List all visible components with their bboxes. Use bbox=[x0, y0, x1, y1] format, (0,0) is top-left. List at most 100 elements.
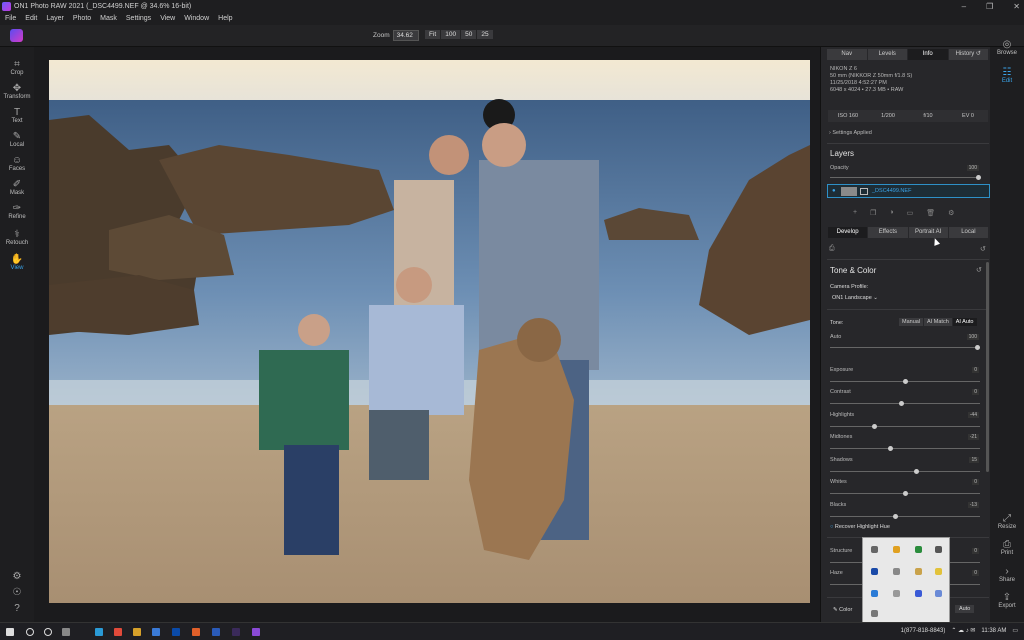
recover-highlight-hue-toggle[interactable]: ○ Recover Highlight Hue bbox=[830, 524, 890, 530]
camera-profile-select[interactable]: ON1 Landscape ⌄ bbox=[832, 295, 878, 301]
tab-portrait-ai[interactable]: Portrait AI bbox=[908, 227, 948, 238]
whites-value[interactable]: 0 bbox=[972, 479, 979, 485]
bridge-icon[interactable] bbox=[232, 628, 240, 636]
tool-crop[interactable]: ⌗ Crop bbox=[0, 59, 34, 76]
tool-extra-2[interactable]: ☉ bbox=[0, 587, 34, 598]
auto-knob[interactable] bbox=[975, 345, 980, 350]
tab-levels[interactable]: Levels bbox=[867, 49, 907, 60]
menu-photo[interactable]: Photo bbox=[73, 15, 91, 22]
module-print[interactable]: ⎙ Print bbox=[990, 539, 1024, 556]
shadows-slider[interactable] bbox=[830, 469, 980, 474]
tab-info[interactable]: Info bbox=[908, 49, 948, 60]
tab-nav[interactable]: Nav bbox=[827, 49, 867, 60]
tray-app-icon[interactable] bbox=[935, 568, 942, 575]
reset-tone-icon[interactable]: ↺ bbox=[976, 266, 982, 274]
opacity-knob[interactable] bbox=[976, 175, 981, 180]
whites-slider[interactable] bbox=[830, 491, 980, 496]
menu-view[interactable]: View bbox=[160, 15, 175, 22]
tool-refine[interactable]: ✑ Refine bbox=[0, 203, 34, 220]
contrast-knob[interactable] bbox=[899, 401, 904, 406]
tab-develop[interactable]: Develop bbox=[828, 227, 868, 238]
contrast-value[interactable]: 0 bbox=[972, 389, 979, 395]
merge-layer-icon[interactable]: ▭ bbox=[907, 209, 914, 217]
outlook-icon[interactable] bbox=[172, 628, 180, 636]
module-browse[interactable]: ◎ Browse bbox=[990, 39, 1024, 56]
tool-transform[interactable]: ✥ Transform bbox=[0, 83, 34, 100]
blacks-slider[interactable] bbox=[830, 514, 980, 519]
tool-mask[interactable]: ✐ Mask bbox=[0, 179, 34, 196]
phone-number[interactable]: 1(877-818-8843) bbox=[901, 628, 946, 634]
blacks-value[interactable]: -13 bbox=[967, 502, 979, 508]
module-edit[interactable]: ☷ Edit bbox=[990, 67, 1024, 84]
tool-retouch[interactable]: ⚕ Retouch bbox=[0, 229, 34, 246]
file-explorer-icon[interactable] bbox=[133, 628, 141, 636]
tray-app-icon[interactable] bbox=[893, 590, 900, 597]
zoom-100-button[interactable]: 100 bbox=[441, 30, 461, 39]
tab-effects[interactable]: Effects bbox=[868, 227, 908, 238]
add-layer-icon[interactable]: + bbox=[853, 209, 857, 217]
edge-icon[interactable] bbox=[95, 628, 103, 636]
layer-mask-action-icon[interactable]: ◑ bbox=[889, 209, 893, 217]
maximize-icon[interactable]: ❐ bbox=[986, 2, 993, 11]
manual-button[interactable]: Manual bbox=[899, 318, 924, 326]
layer-row[interactable]: ● _DSC4499.NEF bbox=[827, 184, 990, 198]
midtones-value[interactable]: -21 bbox=[967, 434, 979, 440]
shadows-value[interactable]: 15 bbox=[969, 457, 979, 463]
module-export[interactable]: ⇪ Export bbox=[990, 592, 1024, 609]
word-icon[interactable] bbox=[212, 628, 220, 636]
zoom-25-button[interactable]: 25 bbox=[477, 30, 493, 39]
tab-local[interactable]: Local bbox=[948, 227, 988, 238]
tray-app-icon[interactable] bbox=[915, 590, 922, 597]
blacks-knob[interactable] bbox=[893, 514, 898, 519]
search-icon[interactable] bbox=[26, 628, 34, 636]
menu-mask[interactable]: Mask bbox=[100, 15, 117, 22]
windows-start-icon[interactable] bbox=[6, 628, 14, 636]
tray-app-icon[interactable] bbox=[935, 546, 942, 553]
task-view-icon[interactable] bbox=[62, 628, 70, 636]
on1-taskbar-icon[interactable] bbox=[252, 628, 260, 636]
ai-auto-button[interactable]: AI Auto bbox=[952, 318, 977, 326]
auto-slider[interactable] bbox=[830, 345, 980, 350]
color-auto-button[interactable]: Auto bbox=[955, 605, 975, 613]
zoom-50-button[interactable]: 50 bbox=[461, 30, 477, 39]
tool-faces[interactable]: ☺ Faces bbox=[0, 155, 34, 172]
tool-help[interactable]: ? bbox=[0, 603, 34, 614]
module-share[interactable]: › Share bbox=[990, 566, 1024, 583]
tool-view[interactable]: ✋ View bbox=[0, 254, 34, 271]
menu-window[interactable]: Window bbox=[184, 15, 209, 22]
on1-logo-icon[interactable] bbox=[10, 29, 23, 42]
menu-settings[interactable]: Settings bbox=[126, 15, 151, 22]
contrast-slider[interactable] bbox=[830, 401, 980, 406]
menu-edit[interactable]: Edit bbox=[25, 15, 37, 22]
color-section-toggle[interactable]: ✎ Color bbox=[833, 607, 852, 613]
visibility-icon[interactable]: ● bbox=[832, 188, 836, 194]
structure-value[interactable]: 0 bbox=[972, 548, 979, 554]
midtones-slider[interactable] bbox=[830, 446, 980, 451]
auto-value[interactable]: 100 bbox=[966, 334, 979, 340]
tray-app-icon[interactable] bbox=[893, 546, 900, 553]
close-icon[interactable]: ✕ bbox=[1013, 2, 1020, 11]
minimize-icon[interactable]: – bbox=[962, 2, 966, 11]
tray-app-icon[interactable] bbox=[871, 568, 878, 575]
tray-app-icon[interactable] bbox=[915, 568, 922, 575]
clock[interactable]: 11:38 AM bbox=[981, 628, 1006, 634]
tray-icons[interactable]: ⌃ ☁ ♪ ✉ bbox=[951, 627, 975, 634]
reset-all-icon[interactable]: ↺ bbox=[980, 245, 986, 253]
tray-app-icon[interactable] bbox=[893, 568, 900, 575]
opacity-slider[interactable] bbox=[830, 175, 981, 180]
tray-app-icon[interactable] bbox=[871, 590, 878, 597]
layer-settings-icon[interactable]: ⚙ bbox=[948, 209, 954, 217]
tray-app-icon[interactable] bbox=[915, 546, 922, 553]
tab-history[interactable]: History ↺ bbox=[948, 49, 988, 60]
delete-layer-icon[interactable]: 🗑 bbox=[926, 209, 935, 217]
panel-scrollbar[interactable] bbox=[986, 262, 989, 472]
exposure-value[interactable]: 0 bbox=[972, 367, 979, 373]
cortana-icon[interactable] bbox=[44, 628, 52, 636]
mail-icon[interactable] bbox=[152, 628, 160, 636]
duplicate-layer-icon[interactable]: ❐ bbox=[870, 209, 876, 217]
highlights-knob[interactable] bbox=[872, 424, 877, 429]
ai-match-button[interactable]: AI Match bbox=[924, 318, 952, 326]
module-resize[interactable]: ⤢ Resize bbox=[990, 513, 1024, 530]
whites-knob[interactable] bbox=[903, 491, 908, 496]
highlights-slider[interactable] bbox=[830, 424, 980, 429]
